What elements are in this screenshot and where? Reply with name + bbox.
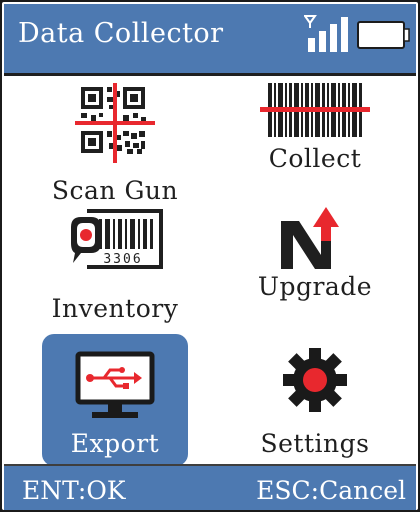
- inventory-barcode-icon: 3306: [42, 199, 188, 279]
- menu-item-label: Collect: [268, 144, 362, 173]
- menu-item-label: Inventory: [51, 294, 179, 323]
- menu-item-settings[interactable]: Settings: [242, 334, 388, 466]
- status-area: [304, 14, 412, 54]
- title-bar: Data Collector: [4, 4, 416, 76]
- cancel-softkey[interactable]: ESC:Cancel: [256, 476, 406, 505]
- signal-strength-icon: [304, 15, 348, 52]
- battery-icon: [357, 21, 410, 49]
- menu-item-label: Export: [70, 429, 160, 458]
- softkey-bar: ENT:OK ESC:Cancel: [4, 464, 416, 510]
- menu-item-collect[interactable]: Collect: [242, 81, 388, 213]
- gear-icon: [242, 334, 388, 414]
- menu-item-export[interactable]: Export: [42, 334, 188, 466]
- menu-item-label: Upgrade: [257, 272, 373, 301]
- menu-item-inventory[interactable]: 3306 Inventory: [42, 199, 188, 331]
- menu-item-scan-gun[interactable]: Scan Gun: [42, 81, 188, 213]
- menu-item-upgrade[interactable]: Upgrade: [242, 199, 388, 331]
- app-title: Data Collector: [18, 18, 224, 49]
- upgrade-arrow-icon: [242, 199, 388, 279]
- usb-monitor-icon: [42, 334, 188, 418]
- inventory-barcode-digits: 3306: [103, 252, 142, 267]
- qr-code-scan-icon: [42, 81, 188, 163]
- device-screen: Data Collector Scan Gun Collect 3306 Inv…: [0, 0, 420, 512]
- menu-item-label: Settings: [260, 429, 370, 458]
- ok-softkey[interactable]: ENT:OK: [22, 476, 126, 505]
